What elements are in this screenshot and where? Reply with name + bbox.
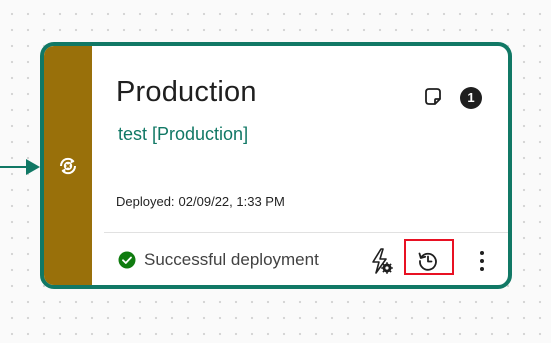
check-circle-icon [118, 251, 136, 269]
more-options-icon[interactable] [472, 248, 492, 274]
deployed-timestamp: Deployed: 02/09/22, 1:33 PM [116, 194, 285, 209]
stage-title: Production [116, 76, 257, 108]
workspace-link[interactable]: test [Production] [118, 124, 248, 145]
card-divider [104, 232, 508, 233]
deployed-value: 02/09/22, 1:33 PM [178, 194, 285, 209]
stage-swap-icon [59, 157, 77, 175]
deployment-rules-icon[interactable] [366, 246, 396, 276]
stage-color-bar [44, 46, 92, 285]
notification-count-badge[interactable]: 1 [460, 87, 482, 109]
pipeline-connector-arrow-icon [26, 159, 40, 175]
production-stage-card: Production test [Production] Deployed: 02… [40, 42, 512, 289]
deployed-label: Deployed: [116, 194, 175, 209]
deployment-history-icon[interactable] [417, 250, 439, 272]
deployment-status-text: Successful deployment [144, 250, 319, 269]
note-icon[interactable] [422, 86, 444, 108]
